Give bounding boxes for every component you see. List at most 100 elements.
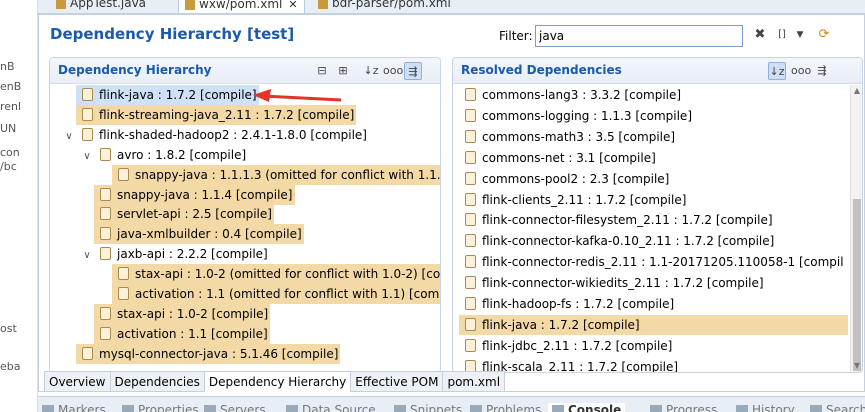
editor-tab[interactable]: bdr-parser/pom.xml — [318, 0, 451, 13]
tree-row[interactable]: ∨ jaxb-api : 2.2.2 [compile] — [80, 244, 270, 264]
dependency-label: flink-connector-filesystem_2.11 : 1.7.2 … — [482, 213, 773, 228]
filter-input[interactable] — [535, 25, 743, 47]
view-icon — [394, 404, 406, 412]
left-strip: nB enB renl UN con/bc ost eba — [0, 0, 38, 412]
view-tab[interactable]: Search — [810, 403, 865, 412]
refresh-icon[interactable]: ⟳ — [815, 26, 833, 44]
clear-filter-icon[interactable]: ✖ — [751, 26, 769, 44]
dependency-label: flink-connector-redis_2.11 : 1.1-2017120… — [482, 255, 844, 270]
scroll-up-icon[interactable]: ▲ — [851, 85, 862, 97]
list-item[interactable]: flink-scala_2.11 : 1.7.2 [compile] — [459, 357, 848, 372]
jar-icon — [100, 326, 111, 340]
dependency-label: activation : 1.1 [compile] — [117, 326, 268, 341]
list-item[interactable]: flink-connector-filesystem_2.11 : 1.7.2 … — [459, 210, 848, 230]
dependency-label: flink-scala_2.11 : 1.7.2 [compile] — [482, 359, 679, 372]
chevron-down-icon[interactable]: ▼ — [791, 26, 809, 44]
jar-icon — [465, 150, 476, 164]
view-tab-label: Problems — [486, 403, 542, 412]
jar-icon — [465, 276, 476, 290]
tree-row[interactable]: snappy-java : 1.1.4 [compile] — [80, 184, 295, 205]
view-tab[interactable]: Problems — [470, 403, 541, 412]
tree-row[interactable]: flink-java : 1.7.2 [compile] — [62, 85, 259, 105]
show-groupid-icon[interactable]: ooo — [383, 62, 403, 80]
list-item[interactable]: commons-math3 : 3.5 [compile] — [459, 127, 848, 147]
expand-all-icon[interactable]: ⊞ — [334, 62, 352, 80]
filter-results-icon[interactable]: ⇶ — [813, 62, 831, 80]
list-item[interactable]: commons-net : 3.1 [compile] — [459, 148, 848, 168]
view-tab[interactable]: Snippets — [394, 403, 462, 412]
truncated-text: renl — [0, 100, 22, 113]
close-icon[interactable]: ✕ — [288, 0, 297, 11]
page-tab[interactable]: Dependency Hierarchy — [203, 371, 351, 392]
dependency-label: java-xmlbuilder : 0.4 [compile] — [117, 227, 302, 242]
truncated-text: enB — [0, 80, 22, 93]
tree-row[interactable]: mysql-connector-java : 5.1.46 [compile] — [62, 343, 341, 364]
row-content: stax-api : 1.0-2 (omitted for conflict w… — [112, 264, 440, 285]
tree-row[interactable]: java-xmlbuilder : 0.4 [compile] — [80, 224, 304, 245]
view-tab-label: Search — [826, 403, 865, 412]
views-bar: Markers Properties Servers Data Source Snipp… — [38, 396, 865, 412]
editor-tab[interactable]: wxw/pom.xml ✕ — [178, 0, 305, 13]
list-item[interactable]: flink-clients_2.11 : 1.7.2 [compile] — [459, 190, 848, 210]
expand-twisty-icon[interactable]: ∨ — [80, 246, 94, 266]
truncated-text: eba — [0, 360, 21, 373]
expand-twisty-icon[interactable]: ∨ — [62, 127, 76, 147]
page-tab[interactable]: Dependencies — [109, 371, 204, 392]
view-tab[interactable]: Markers — [42, 403, 106, 412]
list-item[interactable]: flink-jdbc_2.11 : 1.7.2 [compile] — [459, 336, 848, 356]
view-tab[interactable]: Console — [548, 403, 626, 412]
view-icon — [42, 404, 54, 412]
view-tab[interactable]: History — [736, 403, 795, 412]
page-tab[interactable]: Overview — [44, 371, 110, 392]
tree-row[interactable]: ∨ flink-shaded-hadoop2 : 2.4.1-1.8.0 [com… — [62, 125, 369, 145]
dependency-label: commons-logging : 1.1.3 [compile] — [482, 108, 692, 123]
list-item[interactable]: commons-lang3 : 3.3.2 [compile] — [459, 85, 848, 105]
page-tab[interactable]: pom.xml — [442, 371, 506, 392]
collapse-all-icon[interactable]: ⊟ — [313, 62, 331, 80]
tree-row[interactable]: ∨ avro : 1.8.2 [compile] — [80, 145, 248, 165]
page-tab[interactable]: Effective POM — [350, 371, 443, 392]
filter-label: Filter: — [499, 29, 533, 43]
view-tab[interactable]: Data Source — [286, 403, 376, 412]
tree-row[interactable]: activation : 1.1 [compile] — [80, 323, 270, 344]
tree-row[interactable]: snappy-java : 1.1.1.3 (omitted for confl… — [98, 164, 440, 185]
filter-results-icon[interactable]: ⇶ — [404, 62, 422, 80]
dependency-label: flink-connector-wikiedits_2.11 : 1.7.2 [… — [482, 276, 764, 291]
scroll-thumb[interactable] — [853, 199, 861, 371]
tree-row[interactable]: stax-api : 1.0-2 (omitted for conflict w… — [98, 264, 440, 285]
expand-icon[interactable]: [] — [773, 26, 791, 44]
list-item[interactable]: commons-logging : 1.1.3 [compile] — [459, 106, 848, 126]
view-tab-label: Console — [568, 403, 622, 412]
row-content: jaxb-api : 2.2.2 [compile] — [94, 244, 270, 264]
tree-row[interactable]: flink-streaming-java_2.11 : 1.7.2 [compi… — [62, 104, 357, 125]
view-tab[interactable]: Properties — [122, 403, 199, 412]
truncated-text: nB — [0, 60, 15, 73]
list-item[interactable]: flink-connector-redis_2.11 : 1.1-2017120… — [459, 252, 848, 272]
panel-title: Dependency Hierarchy — [58, 63, 212, 77]
view-tab[interactable]: Servers — [204, 403, 266, 412]
row-content: activation : 1.1 (omitted for conflict w… — [112, 284, 440, 304]
editor-tab-label: wxw/pom.xml — [199, 0, 283, 11]
list-item[interactable]: flink-java : 1.7.2 [compile] — [459, 314, 848, 335]
list-item[interactable]: flink-connector-wikiedits_2.11 : 1.7.2 [… — [459, 273, 848, 293]
tree-row[interactable]: activation : 1.1 (omitted for conflict w… — [98, 284, 440, 304]
view-tab[interactable]: Progress — [650, 403, 717, 412]
tree-row[interactable]: servlet-api : 2.5 [compile] — [80, 204, 274, 225]
list-item[interactable]: flink-hadoop-fs : 1.7.2 [compile] — [459, 294, 848, 314]
tree-row[interactable]: stax-api : 1.0-2 [compile] — [80, 303, 271, 324]
dependency-label: commons-net : 3.1 [compile] — [482, 150, 656, 165]
page-tabs: Overview Dependencies Dependency Hierarchy… — [44, 371, 506, 392]
row-content: java-xmlbuilder : 0.4 [compile] — [94, 224, 304, 245]
show-groupid-icon[interactable]: ooo — [791, 62, 811, 80]
list-item[interactable]: commons-pool2 : 2.3 [compile] — [459, 169, 848, 189]
row-content: mysql-connector-java : 5.1.46 [compile] — [76, 343, 341, 364]
vertical-scrollbar[interactable]: ▲ ▼ — [850, 85, 862, 372]
scroll-down-icon[interactable]: ▼ — [851, 360, 862, 372]
expand-twisty-icon[interactable]: ∨ — [80, 147, 94, 167]
sort-icon[interactable]: ↓z — [362, 62, 380, 80]
dependency-label: flink-java : 1.7.2 [compile] — [482, 317, 640, 332]
editor-tab[interactable]: AppTest.java — [56, 0, 146, 13]
sort-icon[interactable]: ↓z — [768, 62, 786, 80]
jar-icon — [82, 127, 93, 141]
list-item[interactable]: flink-connector-kafka-0.10_2.11 : 1.7.2 … — [459, 231, 848, 251]
